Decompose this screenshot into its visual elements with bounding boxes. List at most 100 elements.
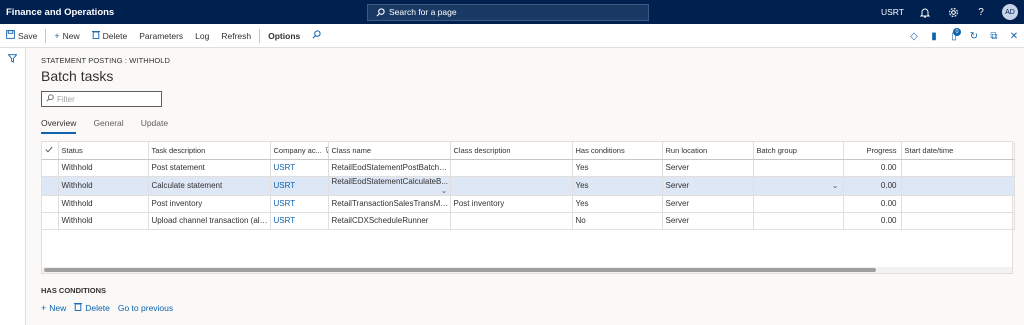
table-row[interactable]: Withhold Calculate statement USRT Retail… bbox=[42, 176, 1015, 196]
column-header-has-conditions[interactable]: Has conditions bbox=[572, 142, 663, 160]
cell-company[interactable]: USRT bbox=[270, 176, 329, 196]
has-conditions-actions: + New Delete Go to previous bbox=[41, 302, 181, 313]
left-filter-rail bbox=[0, 48, 26, 325]
column-header-start-date-time[interactable]: Start date/time bbox=[901, 142, 1015, 160]
select-all-checkbox[interactable] bbox=[42, 142, 59, 160]
trash-icon bbox=[74, 302, 83, 313]
tab-update[interactable]: Update bbox=[141, 118, 168, 134]
new-button[interactable]: + New bbox=[48, 24, 85, 48]
company-picker[interactable]: USRT bbox=[881, 7, 904, 17]
cell-batch-group bbox=[753, 159, 844, 177]
horizontal-scrollbar[interactable] bbox=[42, 267, 1012, 273]
parameters-button[interactable]: Parameters bbox=[133, 24, 189, 48]
help-icon[interactable]: ? bbox=[974, 5, 988, 19]
go-to-previous-button[interactable]: Go to previous bbox=[118, 303, 173, 313]
cell-task-description: Post statement bbox=[148, 159, 271, 177]
log-button[interactable]: Log bbox=[189, 24, 215, 48]
refresh-icon[interactable]: ↻ bbox=[964, 24, 984, 48]
row-selector[interactable] bbox=[42, 176, 59, 196]
office-icon[interactable]: ▮ bbox=[924, 24, 944, 48]
filter-input[interactable]: Filter bbox=[41, 91, 162, 107]
scrollbar-thumb[interactable] bbox=[44, 268, 876, 272]
cell-run-location: Server bbox=[662, 159, 754, 177]
cell-task-description[interactable]: Calculate statement bbox=[148, 176, 271, 196]
row-selector[interactable] bbox=[42, 159, 59, 177]
cell-class-name[interactable]: RetailEodStatementCalculateB... ⌄ bbox=[328, 176, 451, 196]
refresh-button[interactable]: Refresh bbox=[215, 24, 257, 48]
cell-status: Withhold bbox=[58, 159, 149, 177]
cell-has-conditions: Yes bbox=[572, 195, 663, 213]
column-header-status[interactable]: Status bbox=[58, 142, 149, 160]
table-row[interactable]: Withhold Post statement USRT RetailEodSt… bbox=[42, 159, 1015, 177]
save-button[interactable]: Save bbox=[0, 24, 43, 48]
column-header-class-name[interactable]: Class name bbox=[328, 142, 451, 160]
diamond-icon[interactable]: ◇ bbox=[904, 24, 924, 48]
search-icon bbox=[376, 7, 385, 16]
cell-class-description bbox=[450, 159, 573, 177]
chevron-down-icon[interactable]: ⌄ bbox=[441, 186, 448, 195]
row-selector[interactable] bbox=[42, 212, 59, 230]
cell-class-description: Post inventory bbox=[450, 195, 573, 213]
plus-icon: + bbox=[41, 302, 47, 313]
open-new-window-icon[interactable]: ⧉ bbox=[984, 24, 1004, 48]
divider bbox=[45, 28, 47, 43]
filter-placeholder: Filter bbox=[57, 94, 75, 104]
cell-company[interactable]: USRT bbox=[270, 212, 329, 230]
close-icon[interactable]: ✕ bbox=[1004, 24, 1024, 48]
cell-start-date-time bbox=[901, 212, 1015, 230]
plus-icon: + bbox=[54, 30, 60, 41]
table-row[interactable]: Withhold Post inventory USRT RetailTrans… bbox=[42, 195, 1015, 213]
tab-overview[interactable]: Overview bbox=[41, 118, 77, 134]
cell-task-description: Upload channel transaction (als... bbox=[148, 212, 271, 230]
column-header-progress[interactable]: Progress bbox=[843, 142, 902, 160]
page-title: Batch tasks bbox=[41, 68, 114, 84]
table-row[interactable]: Withhold Upload channel transaction (als… bbox=[42, 212, 1015, 230]
action-search-button[interactable] bbox=[306, 24, 330, 48]
cell-company[interactable]: USRT bbox=[270, 159, 329, 177]
cell-status: Withhold bbox=[58, 195, 149, 213]
tab-general[interactable]: General bbox=[93, 118, 123, 134]
top-right-area: USRT ? AD bbox=[881, 0, 1018, 24]
cell-has-conditions: Yes bbox=[572, 176, 663, 196]
attachments-icon[interactable]: ▯ 0 bbox=[944, 24, 964, 48]
conditions-new-button[interactable]: + New bbox=[41, 303, 66, 313]
new-label: New bbox=[62, 30, 80, 41]
has-conditions-section-title: HAS CONDITIONS bbox=[41, 286, 107, 295]
trash-icon bbox=[91, 30, 100, 41]
cell-status: Withhold bbox=[58, 212, 149, 230]
attachments-badge: 0 bbox=[953, 28, 961, 36]
global-search-box[interactable]: Search for a page bbox=[367, 3, 649, 21]
column-header-task-description[interactable]: Task description bbox=[148, 142, 271, 160]
column-header-batch-group[interactable]: Batch group bbox=[753, 142, 844, 160]
cell-start-date-time[interactable] bbox=[901, 176, 1015, 196]
cell-run-location[interactable]: Server bbox=[662, 176, 754, 196]
save-icon bbox=[6, 30, 15, 41]
cell-class-description[interactable] bbox=[450, 176, 573, 196]
divider bbox=[259, 28, 261, 43]
column-header-company[interactable]: Company ac...⊽ bbox=[270, 142, 329, 160]
cell-batch-group bbox=[753, 212, 844, 230]
cell-class-name: RetailTransactionSalesTransMark... bbox=[328, 195, 451, 213]
cell-company[interactable]: USRT bbox=[270, 195, 329, 213]
chevron-down-icon[interactable]: ⌄ bbox=[832, 181, 839, 190]
column-header-class-description[interactable]: Class description bbox=[450, 142, 573, 160]
delete-button[interactable]: Delete bbox=[86, 24, 134, 48]
cell-progress: 0.00 bbox=[843, 176, 902, 196]
user-avatar[interactable]: AD bbox=[1002, 4, 1018, 20]
options-tab[interactable]: Options bbox=[262, 24, 306, 48]
row-selector[interactable] bbox=[42, 195, 59, 213]
gear-icon[interactable] bbox=[946, 5, 960, 19]
grid-header-row: Status Task description Company ac...⊽ C… bbox=[42, 142, 1015, 160]
cell-batch-group bbox=[753, 195, 844, 213]
funnel-icon[interactable] bbox=[7, 54, 18, 66]
cell-class-name: RetailCDXScheduleRunner bbox=[328, 212, 451, 230]
conditions-delete-button[interactable]: Delete bbox=[74, 302, 110, 313]
cell-run-location: Server bbox=[662, 212, 754, 230]
cell-batch-group[interactable]: ⌄ bbox=[753, 176, 844, 196]
column-header-run-location[interactable]: Run location bbox=[662, 142, 754, 160]
cell-run-location: Server bbox=[662, 195, 754, 213]
app-title[interactable]: Finance and Operations bbox=[6, 7, 361, 18]
bell-icon[interactable] bbox=[918, 5, 932, 19]
search-icon bbox=[312, 30, 321, 41]
save-label: Save bbox=[18, 30, 38, 41]
